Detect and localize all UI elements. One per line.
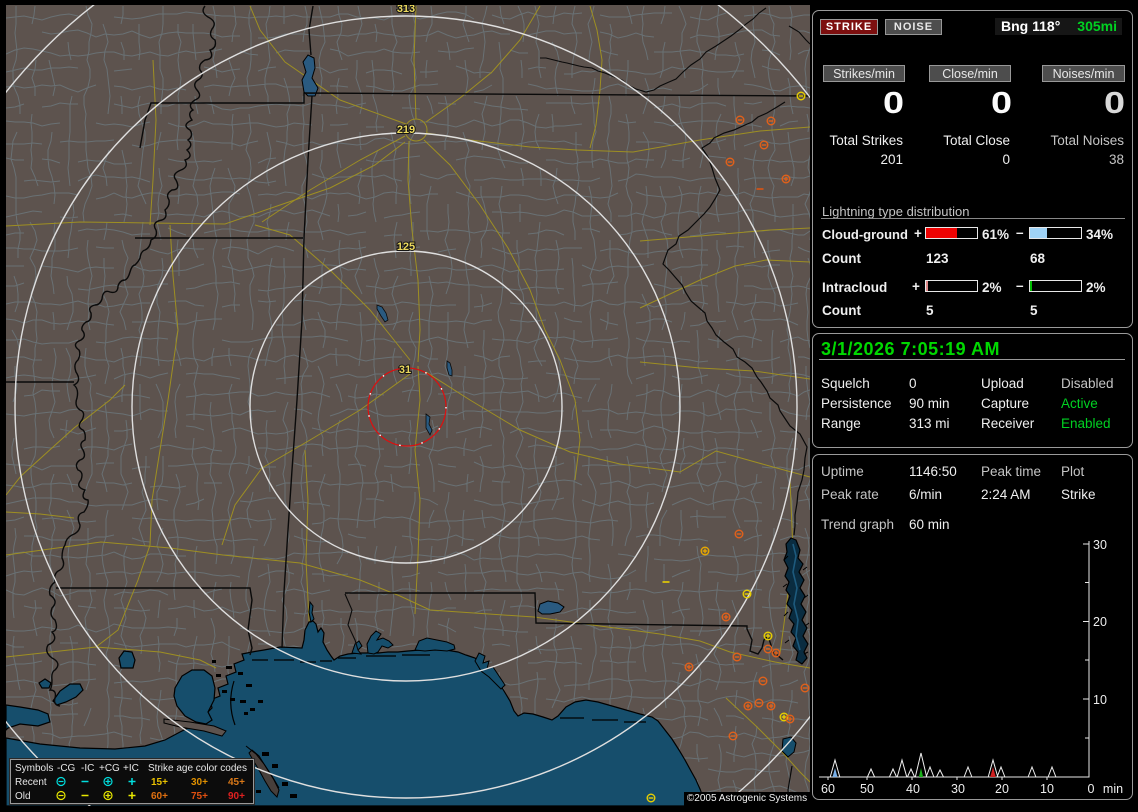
svg-text:+CG: +CG: [99, 763, 120, 774]
svg-text:75+: 75+: [191, 791, 208, 802]
svg-text:min: min: [1103, 782, 1123, 796]
svg-text:30: 30: [1093, 538, 1107, 552]
svg-text:31: 31: [399, 364, 411, 376]
svg-text:Recent: Recent: [15, 777, 47, 788]
svg-text:10: 10: [1040, 782, 1054, 796]
svg-text:45+: 45+: [228, 777, 245, 788]
svg-text:-CG: -CG: [57, 763, 76, 774]
svg-text:30: 30: [951, 782, 965, 796]
svg-text:20: 20: [995, 782, 1009, 796]
svg-text:15+: 15+: [151, 777, 168, 788]
svg-text:Old: Old: [15, 791, 31, 802]
svg-text:0: 0: [1088, 782, 1095, 796]
svg-text:90+: 90+: [228, 791, 245, 802]
svg-text:219: 219: [397, 124, 415, 136]
svg-text:Symbols: Symbols: [15, 763, 53, 774]
svg-text:313: 313: [397, 5, 415, 15]
svg-text:Strike age color codes: Strike age color codes: [148, 763, 247, 774]
svg-text:+IC: +IC: [123, 763, 139, 774]
svg-text:50: 50: [860, 782, 874, 796]
svg-text:10: 10: [1093, 693, 1107, 707]
svg-text:60: 60: [821, 782, 835, 796]
svg-text:40: 40: [906, 782, 920, 796]
svg-text:-IC: -IC: [81, 763, 94, 774]
svg-text:30+: 30+: [191, 777, 208, 788]
svg-text:60+: 60+: [151, 791, 168, 802]
svg-text:20: 20: [1093, 615, 1107, 629]
svg-text:125: 125: [397, 241, 415, 253]
